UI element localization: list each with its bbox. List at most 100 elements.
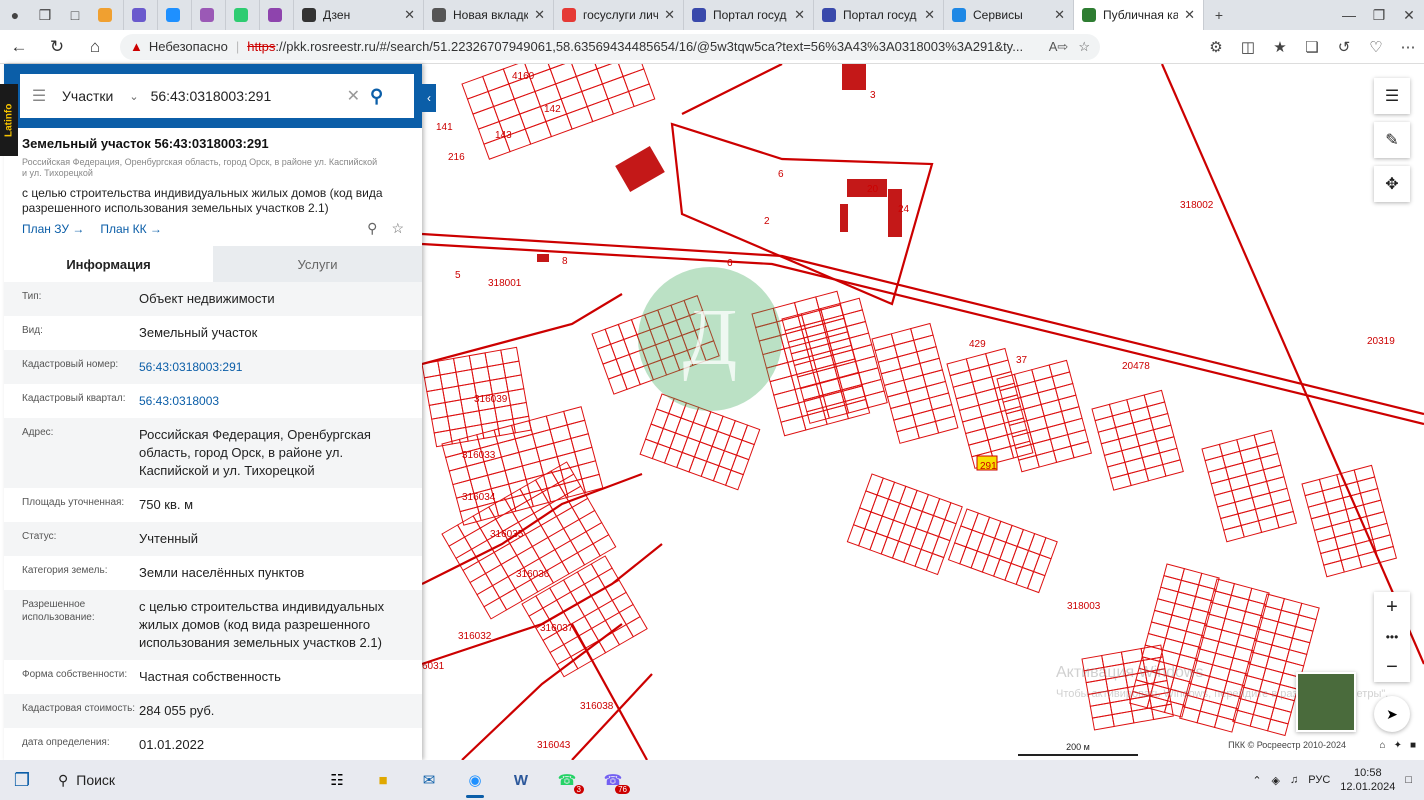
browser-tab[interactable]: [226, 0, 260, 30]
edge-icon[interactable]: ◉: [452, 760, 498, 800]
browser-tab[interactable]: [90, 0, 124, 30]
browser-tab[interactable]: [260, 0, 294, 30]
collections-icon[interactable]: ❏: [1296, 30, 1328, 64]
whatsapp-icon[interactable]: ☎ 3: [544, 760, 590, 800]
attribute-link[interactable]: 56:43:0318003:291: [139, 358, 401, 376]
home-map-icon[interactable]: ⌂: [1380, 740, 1386, 751]
search-type-select[interactable]: Участки: [62, 88, 113, 104]
plan-zu-link[interactable]: План ЗУ →: [22, 222, 84, 236]
attribute-label: Форма собственности:: [22, 669, 128, 680]
tab-close-icon[interactable]: ✕: [404, 7, 415, 23]
language-indicator[interactable]: РУС: [1308, 774, 1330, 786]
parcel: [585, 521, 610, 545]
tab-close-icon[interactable]: ✕: [794, 7, 805, 23]
zoom-more-button[interactable]: •••: [1374, 622, 1410, 652]
browser-tab[interactable]: Новая вкладк ✕: [424, 0, 554, 30]
tab-close-icon[interactable]: ✕: [924, 7, 935, 23]
zoom-out-button[interactable]: −: [1374, 652, 1410, 682]
history-icon[interactable]: ↺: [1328, 30, 1360, 64]
home-button[interactable]: ⌂: [76, 30, 114, 64]
tray-expand-icon[interactable]: ⌃: [1252, 774, 1261, 787]
volume-icon[interactable]: ♫: [1290, 774, 1298, 786]
browser-tab[interactable]: Публичная ка ✕: [1074, 0, 1204, 30]
zoom-in-button[interactable]: +: [1374, 592, 1410, 622]
taskbar-search[interactable]: ⚲ Поиск: [44, 760, 314, 800]
workspaces-icon[interactable]: ❒: [30, 0, 60, 30]
cadastral-map[interactable]: 4160 142 141 143 216 6 3 318002 2 20 24 5 318001 8 6 42…: [421, 23, 1424, 761]
tab-close-icon[interactable]: ✕: [664, 7, 675, 23]
favorites-icon[interactable]: ★: [1264, 30, 1296, 64]
crosshair-icon[interactable]: ✥: [1374, 166, 1410, 202]
compass-icon[interactable]: ➤: [1374, 696, 1410, 732]
browser-tab[interactable]: Портал госуд ✕: [814, 0, 944, 30]
mail-icon[interactable]: ✉: [406, 760, 452, 800]
search-button[interactable]: ⚲: [370, 86, 383, 107]
ruler-icon[interactable]: ✎: [1374, 122, 1410, 158]
zoom-to-object-icon[interactable]: ⚲: [367, 220, 377, 237]
tab-close-icon[interactable]: ✕: [534, 7, 545, 23]
browser-tab[interactable]: Дзен ✕: [294, 0, 424, 30]
task-view-icon[interactable]: ☷: [314, 760, 360, 800]
extensions-icon[interactable]: ⚙: [1200, 30, 1232, 64]
minimize-icon[interactable]: —: [1334, 0, 1364, 30]
network-icon[interactable]: ◈: [1272, 774, 1280, 787]
basemap-thumbnail[interactable]: [1296, 672, 1356, 732]
close-window-icon[interactable]: ✕: [1394, 0, 1424, 30]
tab-close-icon[interactable]: ✕: [1054, 7, 1065, 23]
split-screen-icon[interactable]: ◫: [1232, 30, 1264, 64]
layers-icon[interactable]: ☰: [1374, 78, 1410, 114]
parcel-block: [1179, 578, 1270, 733]
browser-tab[interactable]: [158, 0, 192, 30]
viber-icon[interactable]: ☎ 76: [590, 760, 636, 800]
parcel: [566, 419, 589, 440]
print-icon[interactable]: ■: [1410, 740, 1416, 751]
file-explorer-icon[interactable]: ■: [360, 760, 406, 800]
map-label: 316033: [462, 450, 496, 461]
more-menu-icon[interactable]: ⋯: [1392, 30, 1424, 64]
search-input[interactable]: [150, 88, 341, 104]
map-canvas[interactable]: 4160 142 141 143 216 6 3 318002 2 20 24 5 318001 8 6 42…: [421, 23, 1424, 761]
tab-favicon-icon: [562, 8, 576, 22]
parcel: [1162, 459, 1184, 477]
browser-tab[interactable]: [124, 0, 158, 30]
attribute-link[interactable]: 56:43:0318003: [139, 392, 401, 410]
browser-tab[interactable]: госуслуги лич ✕: [554, 0, 684, 30]
plan-kk-link[interactable]: План КК →: [100, 222, 162, 236]
word-icon[interactable]: W: [498, 760, 544, 800]
new-tab-button[interactable]: +: [1204, 0, 1234, 30]
parcel: [639, 438, 659, 460]
attribute-row: Статус: Учтенный: [4, 522, 422, 556]
tab-actions-icon[interactable]: □: [60, 0, 90, 30]
menu-icon[interactable]: ☰: [26, 86, 52, 106]
start-button[interactable]: ❐: [0, 760, 44, 800]
favorite-star-icon[interactable]: ☆: [1078, 39, 1090, 55]
collapse-panel-button[interactable]: ‹: [422, 84, 436, 112]
browser-tab[interactable]: [192, 0, 226, 30]
tab-favicon-icon: [234, 8, 248, 22]
tab-close-icon[interactable]: ✕: [1184, 7, 1195, 23]
scale-label: 200 м: [1066, 742, 1090, 752]
locate-icon[interactable]: ✦: [1394, 740, 1402, 751]
parcel: [617, 318, 638, 341]
reload-button[interactable]: ↻: [38, 30, 76, 64]
parcel: [448, 536, 473, 559]
parcel: [1256, 441, 1279, 459]
clear-icon[interactable]: ✕: [347, 86, 360, 106]
health-icon[interactable]: ♡: [1360, 30, 1392, 64]
restore-icon[interactable]: ❐: [1364, 0, 1394, 30]
back-button[interactable]: ←: [0, 30, 38, 64]
bookmark-star-icon[interactable]: ☆: [391, 220, 404, 237]
tab-info[interactable]: Информация: [4, 246, 213, 282]
notifications-icon[interactable]: □: [1405, 774, 1412, 786]
parcel: [1262, 464, 1285, 483]
browser-tab[interactable]: Портал госуд ✕: [684, 0, 814, 30]
profile-icon[interactable]: ●: [0, 0, 30, 30]
url-field[interactable]: ▲ Небезопасно | https ://pkk.rosreestr.r…: [120, 33, 1100, 60]
read-aloud-icon[interactable]: A⇨: [1049, 39, 1069, 55]
chevron-down-icon[interactable]: ⌄: [129, 90, 138, 103]
browser-tab[interactable]: Сервисы ✕: [944, 0, 1074, 30]
tab-services[interactable]: Услуги: [213, 246, 422, 282]
attribute-label: Кадастровая стоимость:: [22, 703, 136, 714]
latinfo-badge[interactable]: Latinfo: [0, 84, 18, 156]
clock[interactable]: 10:58 12.01.2024: [1340, 766, 1395, 794]
